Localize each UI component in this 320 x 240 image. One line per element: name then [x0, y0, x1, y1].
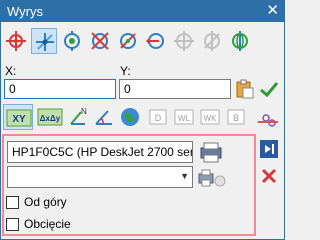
xy-mode-icon: XY — [6, 109, 32, 127]
b-label: B — [233, 113, 239, 123]
wl-button[interactable]: WL — [171, 104, 197, 130]
snap-endpoint-icon — [6, 31, 26, 51]
printer-value: HP1F0C5C (HP DeskJet 2700 series) — [12, 145, 193, 159]
snap-disabled-icon — [174, 31, 194, 51]
b-button[interactable]: B — [223, 104, 249, 130]
angle-button[interactable] — [91, 104, 117, 130]
dxdy-mode-icon: ΔxΔy — [37, 108, 63, 126]
snap-perpendicular-icon — [120, 33, 136, 49]
snap-disabled-icon — [204, 31, 220, 51]
snap-rotate-icon — [232, 31, 248, 51]
snap-tangent-icon — [146, 33, 164, 49]
from-top-label: Od góry — [24, 195, 67, 209]
tools-icon — [262, 114, 276, 127]
snap-grid-icon — [36, 33, 54, 51]
print-preview-icon — [198, 169, 226, 187]
wl-label: WL — [178, 114, 191, 123]
clip-label: Obcięcie — [24, 217, 71, 231]
y-input[interactable]: 0 — [119, 79, 231, 99]
snap-center-icon — [64, 31, 80, 51]
xy-label: XY — [12, 114, 26, 125]
y-label: Y: — [120, 64, 131, 78]
wl-icon: WL — [174, 109, 194, 125]
checkmark-icon — [260, 82, 279, 98]
x-input[interactable]: 0 — [4, 79, 116, 99]
snap-intersection-icon — [91, 32, 109, 50]
snap-disabled-button[interactable] — [199, 28, 225, 54]
b-icon: B — [227, 109, 245, 125]
delete-button[interactable] — [259, 166, 279, 186]
paste-button[interactable] — [235, 79, 255, 99]
print-preview-button[interactable] — [198, 168, 226, 188]
chevron-down-icon: ▼ — [180, 171, 189, 181]
svg-text:N: N — [81, 107, 87, 116]
checkbox-box[interactable] — [6, 218, 19, 231]
separator-line — [258, 121, 278, 123]
wk-button[interactable]: WK — [197, 104, 223, 130]
snap-rotate-button[interactable] — [227, 28, 253, 54]
mode-xy-button[interactable]: XY — [3, 104, 33, 130]
azimuth-button[interactable]: N — [65, 104, 91, 130]
snap-center-button[interactable] — [59, 28, 85, 54]
printer-settings-button[interactable] — [198, 140, 224, 164]
globe-button[interactable] — [117, 104, 143, 130]
ok-button[interactable] — [259, 79, 279, 99]
snap-endpoint-button[interactable] — [3, 28, 29, 54]
checkbox-box[interactable] — [6, 196, 19, 209]
printer-select[interactable]: HP1F0C5C (HP DeskJet 2700 series) — [7, 141, 193, 163]
x-label: X: — [5, 64, 17, 78]
mode-dxdy-button[interactable]: ΔxΔy — [35, 104, 65, 130]
arrow-right-icon — [260, 140, 278, 158]
paper-select[interactable]: ▼ — [7, 166, 193, 188]
clipboard-icon — [236, 79, 254, 99]
angle-icon — [95, 110, 112, 125]
azimuth-icon: N — [70, 107, 87, 125]
delete-x-icon — [261, 168, 277, 184]
dxdy-label: ΔxΔy — [40, 114, 61, 123]
d-label: D — [155, 113, 162, 123]
close-icon[interactable]: ✕ — [266, 2, 279, 19]
snap-disabled-button[interactable] — [171, 28, 197, 54]
snap-intersection-button[interactable] — [87, 28, 113, 54]
window-title: Wyrys — [7, 4, 43, 19]
d-icon: D — [149, 109, 167, 125]
snap-perpendicular-button[interactable] — [115, 28, 141, 54]
printer-icon — [200, 142, 222, 163]
title-bar: Wyrys ✕ — [0, 0, 285, 22]
snap-grid-button[interactable] — [31, 28, 57, 54]
d-button[interactable]: D — [145, 104, 171, 130]
wk-label: WK — [204, 114, 218, 123]
snap-tangent-button[interactable] — [143, 28, 169, 54]
wk-icon: WK — [200, 109, 220, 125]
globe-icon — [121, 108, 139, 126]
dock-right-button[interactable] — [259, 139, 279, 159]
